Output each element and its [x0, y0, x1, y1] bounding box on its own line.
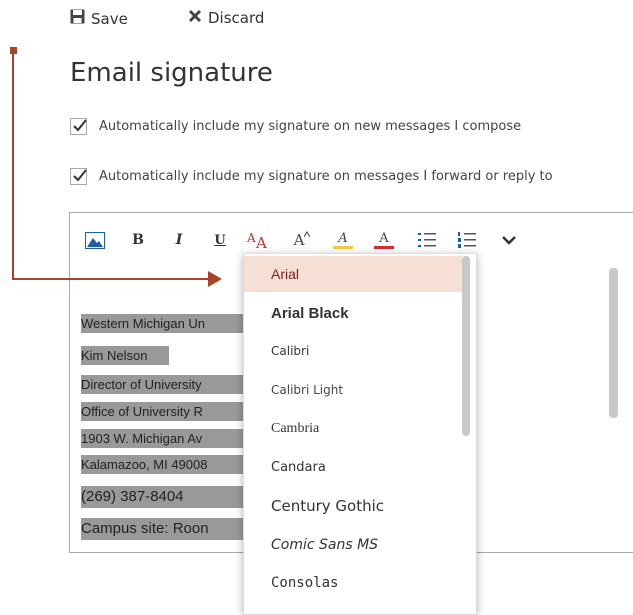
highlight-button[interactable]: A: [330, 228, 356, 252]
font-option-label: Arial Black: [271, 304, 349, 322]
save-icon: [70, 9, 85, 28]
font-option-comic-sans[interactable]: Comic Sans MS: [244, 527, 462, 563]
font-option-label: Consolas: [271, 575, 339, 591]
font-color-button[interactable]: A: [371, 228, 397, 252]
font-option-cambria[interactable]: Cambria: [244, 411, 462, 447]
page-title: Email signature: [70, 58, 273, 88]
discard-label: Discard: [208, 9, 265, 27]
signature-line: Campus site: Roon: [81, 518, 243, 540]
checkmark-icon: [73, 169, 87, 182]
font-option-century-gothic[interactable]: Century Gothic: [244, 488, 462, 524]
bullets-button[interactable]: [415, 228, 439, 252]
insert-picture-button[interactable]: [82, 228, 108, 252]
font-option-label: Calibri: [271, 344, 310, 358]
checkmark-icon: [73, 119, 87, 132]
font-option-consolas[interactable]: Consolas: [244, 565, 462, 601]
font-option-arial[interactable]: Arial: [244, 256, 462, 292]
signature-line: Kim Nelson: [81, 346, 169, 365]
font-icon: A A: [246, 231, 267, 250]
save-button[interactable]: Save: [70, 9, 128, 28]
arrow-horizontal-line: [12, 278, 212, 280]
new-messages-label: Automatically include my signature on ne…: [99, 119, 522, 134]
svg-text:A: A: [246, 231, 256, 245]
bold-button[interactable]: B: [128, 228, 148, 252]
signature-line: Office of University R: [81, 402, 243, 421]
option-new-messages: Automatically include my signature on ne…: [70, 118, 521, 135]
signature-line: Director of University: [81, 375, 243, 394]
underline-button[interactable]: U: [210, 228, 230, 252]
signature-line: Kalamazoo, MI 49008: [81, 455, 243, 474]
italic-label: I: [175, 232, 183, 248]
font-option-label: Calibri Light: [271, 383, 344, 397]
highlight-label: A: [338, 230, 348, 246]
font-dropdown: Arial Arial Black Calibri Calibri Light …: [243, 253, 477, 615]
font-option-label: Comic Sans MS: [271, 537, 379, 553]
underline-label: U: [214, 232, 226, 248]
more-options-button[interactable]: [497, 228, 521, 252]
signature-line: 1903 W. Michigan Av: [81, 429, 243, 448]
font-option-label: Cambria: [271, 421, 320, 436]
font-option-label: Century Gothic: [271, 497, 385, 515]
editor-scrollbar[interactable]: [609, 268, 618, 418]
bullet-list-icon: [418, 233, 436, 247]
picture-icon: [85, 231, 105, 249]
numbering-button[interactable]: [455, 228, 479, 252]
new-messages-checkbox[interactable]: [70, 118, 87, 135]
option-forward-reply: Automatically include my signature on me…: [70, 168, 553, 185]
font-option-calibri-light[interactable]: Calibri Light: [244, 372, 462, 408]
font-dropdown-scrollbar[interactable]: [462, 256, 470, 436]
arrow-vertical-line: [12, 50, 14, 280]
increase-icon: [304, 231, 311, 238]
font-option-label: Candara: [271, 459, 326, 475]
forward-reply-checkbox[interactable]: [70, 168, 87, 185]
font-option-candara[interactable]: Candara: [244, 449, 462, 485]
font-color-swatch: [374, 245, 394, 249]
numbered-list-icon: [458, 232, 476, 248]
bold-label: B: [132, 232, 144, 248]
save-label: Save: [91, 9, 128, 28]
arrow-head-icon: [208, 271, 222, 287]
italic-button[interactable]: I: [169, 228, 189, 252]
font-option-label: Arial: [271, 266, 300, 282]
font-option-calibri[interactable]: Calibri: [244, 333, 462, 369]
highlight-swatch: [333, 245, 353, 249]
signature-line: (269) 387-8404: [81, 486, 243, 508]
font-size-button[interactable]: A: [290, 228, 314, 252]
chevron-down-icon: [502, 236, 516, 245]
font-color-label: A: [379, 230, 389, 246]
font-option-arial-black[interactable]: Arial Black: [244, 295, 462, 331]
signature-line: Western Michigan Un: [81, 314, 243, 333]
svg-text:A: A: [255, 234, 267, 250]
close-icon: [188, 9, 202, 27]
forward-reply-label: Automatically include my signature on me…: [99, 169, 553, 184]
font-size-label: A: [293, 231, 305, 249]
discard-button[interactable]: Discard: [188, 9, 264, 27]
font-button[interactable]: A A: [245, 228, 273, 252]
